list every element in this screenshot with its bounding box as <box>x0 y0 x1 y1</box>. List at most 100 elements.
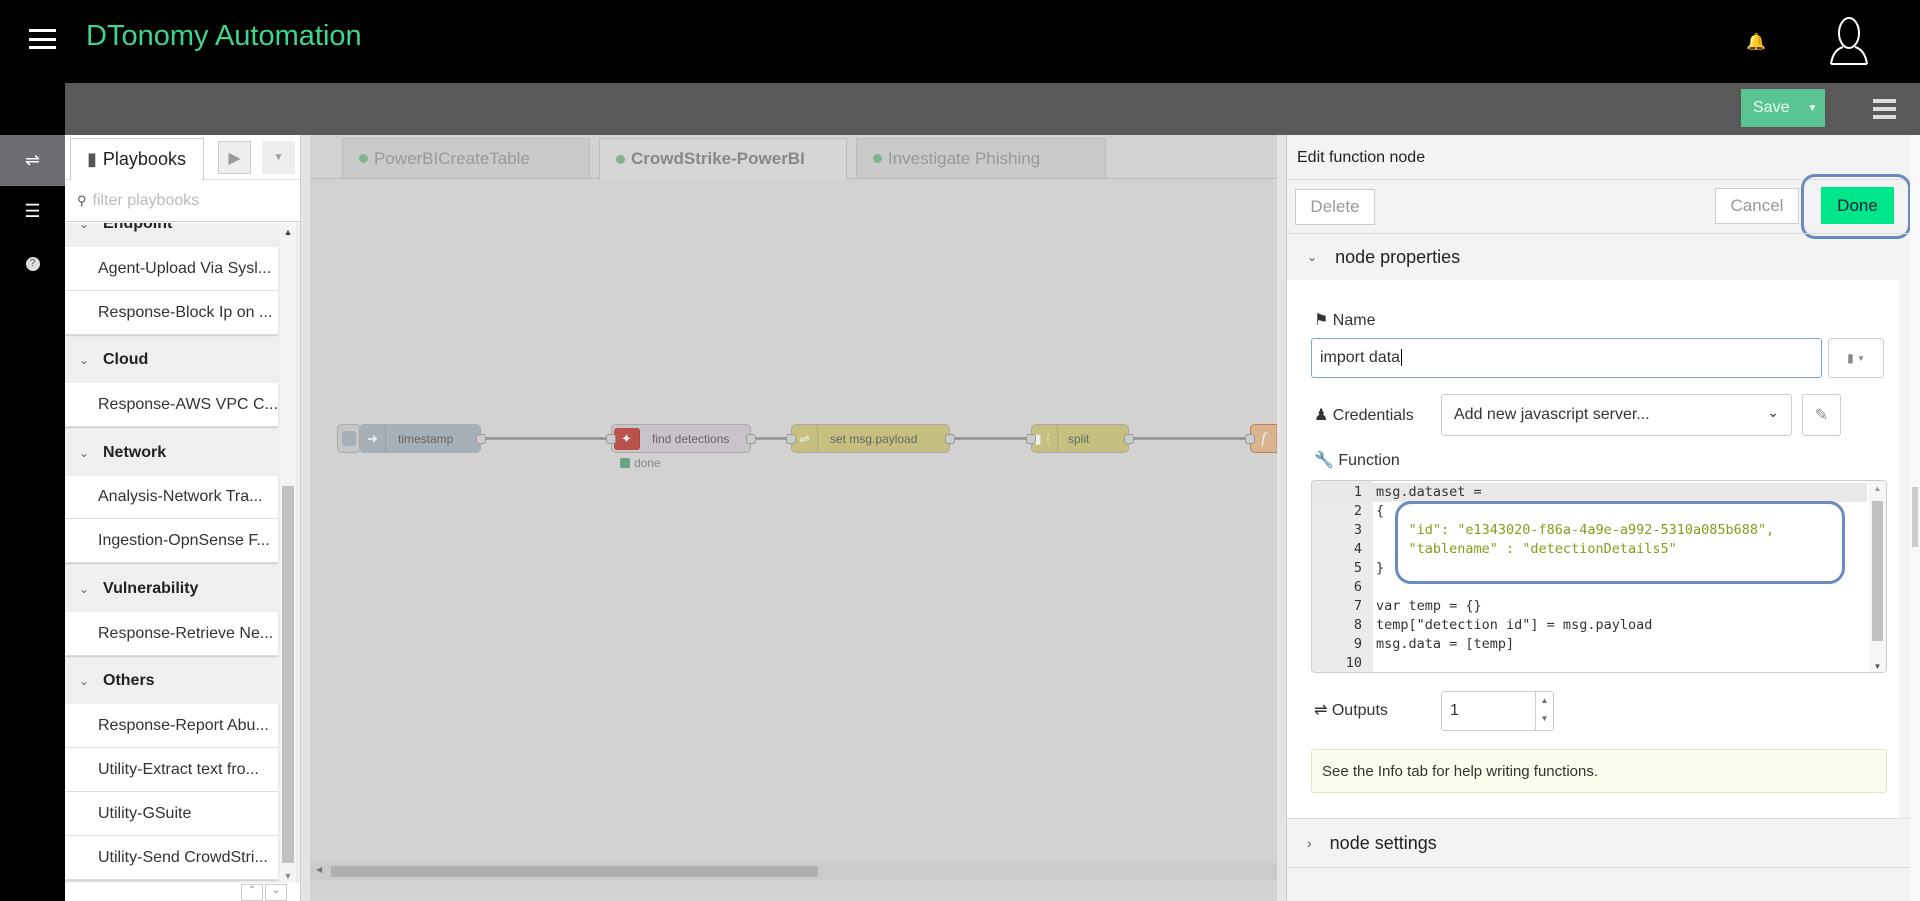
help-icon[interactable]: ? <box>0 238 65 289</box>
node-settings-header[interactable]: › node settings <box>1287 819 1911 867</box>
chevron-down-icon: ⌄ <box>79 223 90 231</box>
sliders-icon[interactable]: ☰ <box>0 186 65 237</box>
flow-canvas[interactable]: PowerBICreateTable CrowdStrike-PowerBI I… <box>310 135 1290 901</box>
bell-icon[interactable]: 🔔 <box>1746 32 1766 52</box>
delete-button[interactable]: Delete <box>1295 189 1375 225</box>
tab-playbooks[interactable]: ▮ Playbooks <box>70 138 204 181</box>
node-label: find detections <box>652 431 730 446</box>
chevron-down-icon: ⌄ <box>79 582 90 596</box>
list-item[interactable]: Response-Block Ip on ... <box>65 291 278 335</box>
outputs-spinner[interactable]: 1 ▲ ▼ <box>1441 691 1554 731</box>
line-number: 5 <box>1353 560 1362 576</box>
group-header-endpoint[interactable]: ⌄ Endpoint <box>65 223 280 247</box>
node-timestamp[interactable]: ➜ timestamp <box>359 424 486 453</box>
book-icon: ▮ <box>1847 351 1854 365</box>
panel-title: Edit function node <box>1297 149 1426 166</box>
panel-scrollbar[interactable] <box>1910 135 1920 901</box>
name-value: import data <box>1320 349 1401 366</box>
tag-icon: ⚑ <box>1314 312 1333 329</box>
code-line: 10 <box>1312 654 1376 672</box>
expand-all-button[interactable]: ⌄ <box>265 884 287 901</box>
node-properties-header[interactable]: ⌄ node properties <box>1287 234 1911 280</box>
playbook-list: ⌄ Endpoint Agent-Upload Via Sysl... Respo… <box>65 223 300 883</box>
tab-dropdown-button[interactable]: ▼ <box>262 141 295 174</box>
list-item[interactable]: Response-Retrieve Ne... <box>65 612 278 656</box>
run-button[interactable]: ▶ <box>218 141 251 174</box>
input-port[interactable] <box>1245 434 1255 444</box>
cancel-button[interactable]: Cancel <box>1715 188 1799 224</box>
node-set-msg-payload[interactable]: ⇌ set msg.payload <box>786 424 955 453</box>
group-name: Vulnerability <box>103 580 199 597</box>
group-header-others[interactable]: ⌄ Others <box>65 658 280 704</box>
group-header-cloud[interactable]: ⌄ Cloud <box>65 337 280 383</box>
panel-divider[interactable] <box>1277 135 1286 901</box>
group-header-vulnerability[interactable]: ⌄ Vulnerability <box>65 566 280 612</box>
scrollbar-thumb[interactable] <box>282 486 294 863</box>
caret-down-icon[interactable]: ▼ <box>1807 103 1817 114</box>
output-port[interactable] <box>476 434 486 444</box>
save-button[interactable]: Save ▼ <box>1741 89 1825 127</box>
credentials-label: ♟ Credentials <box>1314 405 1414 425</box>
editor-scrollbar[interactable]: ▲ ▼ <box>1869 481 1886 672</box>
tab-investigate-phishing[interactable]: Investigate Phishing <box>856 138 1106 178</box>
list-item[interactable]: Utility-Send CrowdStri... <box>65 836 278 880</box>
playbook-scrollbar[interactable]: ▲ ▼ <box>280 223 296 883</box>
scrollbar-thumb[interactable] <box>1872 501 1883 641</box>
done-highlight-ring <box>1801 174 1911 239</box>
input-port[interactable] <box>786 434 796 444</box>
collapse-all-button[interactable]: ⌃ <box>241 884 263 901</box>
scrollbar-thumb[interactable] <box>331 866 818 877</box>
decrement-icon[interactable]: ▼ <box>1536 710 1553 728</box>
list-item[interactable]: Agent-Upload Via Sysl... <box>65 247 278 291</box>
list-item[interactable]: Utility-Extract text fro... <box>65 748 278 792</box>
playbooks-panel: ▮ Playbooks ▶ ▼ ⚲ filter playbooks ⌄ Endpoi… <box>65 135 300 901</box>
code-text: temp["detection id"] = msg.payload <box>1376 617 1653 633</box>
output-port[interactable] <box>746 434 756 444</box>
code-line: 5} <box>1312 559 1384 578</box>
tab-label: PowerBICreateTable <box>374 148 530 168</box>
list-item[interactable]: Analysis-Network Tra... <box>65 476 278 519</box>
user-icon[interactable] <box>1825 16 1873 66</box>
tab-crowdstrike-powerbi[interactable]: CrowdStrike-PowerBI <box>599 138 847 179</box>
list-item[interactable]: Response-AWS VPC C... <box>65 383 278 427</box>
output-port[interactable] <box>945 434 955 444</box>
code-editor[interactable]: 1 msg.dataset = 2{3 "id": "e1343020-f86a-4… <box>1311 480 1887 673</box>
group-header-network[interactable]: ⌄ Network <box>65 429 280 476</box>
wire <box>950 437 1031 440</box>
list-item[interactable]: Ingestion-OpnSense F... <box>65 519 278 563</box>
filter-playbooks-input[interactable]: ⚲ filter playbooks <box>65 180 300 222</box>
increment-icon[interactable]: ▲ <box>1536 692 1553 710</box>
edit-credentials-button[interactable]: ✎ <box>1802 394 1841 436</box>
canvas-hscrollbar[interactable]: ◀ <box>310 863 1277 880</box>
panel-divider[interactable] <box>300 135 310 901</box>
output-port[interactable] <box>1124 434 1134 444</box>
list-item[interactable]: Response-Report Abu... <box>65 704 278 748</box>
shuffle-icon: ⇌ <box>1314 702 1332 719</box>
scrollbar-thumb[interactable] <box>1912 487 1918 547</box>
menu-icon[interactable] <box>1873 99 1896 119</box>
name-label: ⚑ Name <box>1314 310 1375 330</box>
credentials-select[interactable]: Add new javascript server... ⌄ <box>1441 394 1792 436</box>
node-split[interactable]: ▮⋮ split <box>1026 424 1134 453</box>
line-number: 4 <box>1353 541 1362 557</box>
status-dot <box>873 154 882 163</box>
chevron-down-icon: ⌄ <box>79 445 90 460</box>
status-dot <box>616 154 625 164</box>
shuffle-icon[interactable]: ⇌ <box>0 135 65 186</box>
function-label: 🔧 Function <box>1314 450 1400 470</box>
name-input[interactable]: import data <box>1311 338 1822 378</box>
hamburger-icon[interactable] <box>29 29 56 49</box>
scroll-down-icon[interactable]: ▼ <box>280 871 296 881</box>
input-port[interactable] <box>1026 434 1036 444</box>
icon-picker-button[interactable]: ▮ ▼ <box>1828 338 1884 378</box>
scroll-up-icon[interactable]: ▲ <box>280 227 296 237</box>
app-title: DTonomy Automation <box>86 20 362 52</box>
inject-button[interactable] <box>337 424 361 453</box>
status-dot <box>620 458 630 468</box>
node-find-detections[interactable]: ✦ find detections <box>606 424 756 453</box>
list-item[interactable]: Utility-GSuite <box>65 792 278 836</box>
line-number: 9 <box>1353 636 1362 652</box>
code-text: } <box>1376 560 1385 576</box>
input-port[interactable] <box>606 434 616 444</box>
tab-powerbicreatetable[interactable]: PowerBICreateTable <box>342 138 590 178</box>
